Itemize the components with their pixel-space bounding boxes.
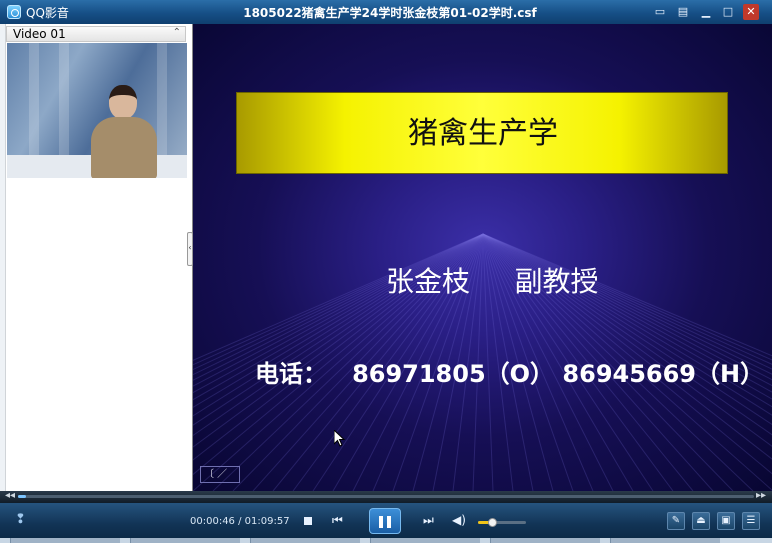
taskbar-item[interactable]: [130, 538, 240, 543]
video-thumbnail[interactable]: [7, 43, 187, 178]
collapse-icon[interactable]: ⌃: [173, 27, 181, 38]
playlist-icon[interactable]: ☰: [742, 512, 760, 530]
window-title: 1805022猪禽生产学24学时张金枝第01-02学时.csf: [243, 6, 537, 20]
tools-icon[interactable]: ✎: [667, 512, 685, 530]
minimize-mode-icon[interactable]: ▤: [675, 4, 691, 20]
volume-icon[interactable]: ◀): [452, 513, 466, 527]
stop-button[interactable]: [302, 515, 314, 527]
seek-track[interactable]: [18, 495, 754, 498]
seek-bar[interactable]: ◂◂ ▸▸: [0, 490, 772, 503]
close-icon[interactable]: ✕: [743, 4, 759, 20]
taskbar-item[interactable]: [370, 538, 480, 543]
chat-icon[interactable]: ▭: [652, 4, 668, 20]
previous-button[interactable]: ⏮: [332, 513, 343, 528]
lecturer-figure: [85, 83, 163, 178]
title-bar[interactable]: QQ影音 1805022猪禽生产学24学时张金枝第01-02学时.csf ▭ ▤…: [0, 0, 772, 24]
taskbar-item[interactable]: [10, 538, 120, 543]
app-name[interactable]: QQ影音: [26, 4, 69, 21]
lecturer-head: [109, 85, 137, 119]
playlist-panel: Video 01 ⌃: [0, 24, 193, 491]
slide-title: 猪禽生产学: [408, 116, 558, 151]
seek-forward-icon[interactable]: ▸▸: [756, 490, 766, 501]
slide-phone: 电话： 86971805（O） 86945669（H）: [255, 360, 765, 388]
volume-knob[interactable]: [488, 518, 498, 527]
pause-icon: [379, 516, 383, 528]
slide-corner-label: 〔 ／: [200, 466, 240, 483]
slide-title-band: 猪禽生产学: [236, 92, 728, 174]
lecturer-body: [91, 117, 157, 178]
qq-player-window: QQ影音 1805022猪禽生产学24学时张金枝第01-02学时.csf ▭ ▤…: [0, 0, 772, 543]
taskbar-item[interactable]: [250, 538, 360, 543]
taskbar-item[interactable]: [610, 538, 720, 543]
seek-progress: [18, 495, 27, 498]
total-time: 01:09:57: [244, 516, 290, 527]
pause-icon: [387, 516, 391, 528]
time-separator: /: [234, 516, 245, 527]
qq-player-logo-icon[interactable]: [7, 5, 21, 19]
mouse-cursor-icon: [334, 430, 346, 447]
taskbar-item[interactable]: [490, 538, 600, 543]
elapsed-time: 00:00:46: [190, 516, 235, 527]
playlist-edge: [0, 24, 6, 491]
playlist-item-header[interactable]: Video 01 ⌃: [6, 26, 186, 42]
next-button[interactable]: ⏭: [423, 513, 434, 528]
screen-icon[interactable]: ▣: [717, 512, 735, 530]
footprint-icon[interactable]: ❢: [15, 512, 31, 528]
time-display: 00:00:46 / 01:09:57: [190, 516, 290, 527]
minimize-icon[interactable]: ▁: [698, 4, 714, 20]
maximize-icon[interactable]: □: [720, 4, 736, 20]
eject-icon[interactable]: ⏏: [692, 512, 710, 530]
seek-back-icon[interactable]: ◂◂: [5, 490, 15, 501]
slide-author: 张金枝 副教授: [386, 265, 599, 298]
video-display[interactable]: 猪禽生产学 张金枝 副教授 电话： 86971805（O） 86945669（H…: [193, 24, 772, 491]
pause-button[interactable]: [369, 508, 401, 534]
volume-slider[interactable]: [478, 518, 526, 527]
control-bar: ❢ 00:00:46 / 01:09:57 ⏮ ⏭ ◀) ✎ ⏏ ▣ ☰: [0, 503, 772, 538]
playlist-item-label[interactable]: Video 01: [13, 27, 66, 41]
